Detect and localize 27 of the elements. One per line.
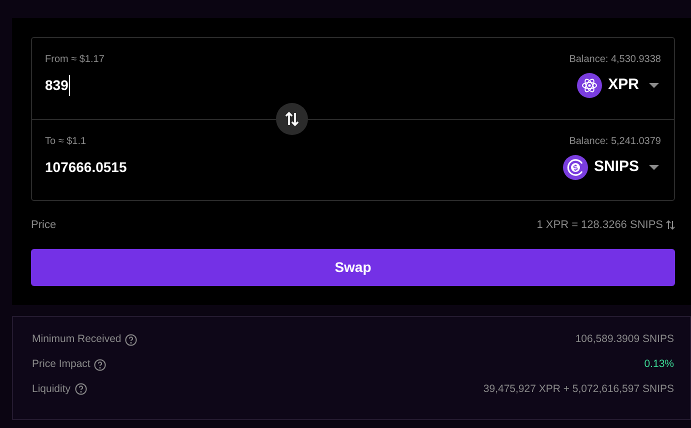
amount-field[interactable]: 839 [45,75,70,96]
detail-label: Minimum Received [32,332,122,347]
atom-icon [577,73,602,98]
swap-rate-icon[interactable] [666,220,675,230]
caret-icon [649,83,659,88]
balance-text: Balance: 4,530.9338 [569,53,661,67]
detail-value: 106,589.3909 SNIPS [575,332,674,347]
amount-field[interactable]: 107666.0515 [45,157,128,178]
detail-value: 39,475,927 XPR + 5,072,616,597 SNIPS [483,382,674,396]
balance-text: Balance: 5,241.0379 [569,135,661,149]
help-icon[interactable] [94,358,106,371]
coin-icon [562,155,588,180]
help-icon[interactable] [74,383,87,396]
token-selector[interactable]: SNIPS [562,155,659,180]
detail-label: Liquidity [32,382,71,396]
price-label: Price [31,218,56,233]
amount-label: From ≈ $1.17 [45,53,104,67]
amount-label: To ≈ $1.1 [45,135,86,149]
token-selector[interactable]: XPR [577,73,659,98]
detail-value: 0.13% [644,356,674,372]
caret-icon [649,165,659,170]
help-icon[interactable] [125,334,138,346]
detail-label: Price Impact [32,356,90,372]
swap-direction-button[interactable] [276,103,308,135]
price-value: 1 XPR = 128.3266 SNIPS [536,218,663,233]
swap-arrows-icon [285,111,299,127]
swap-button[interactable]: Swap [31,249,675,286]
